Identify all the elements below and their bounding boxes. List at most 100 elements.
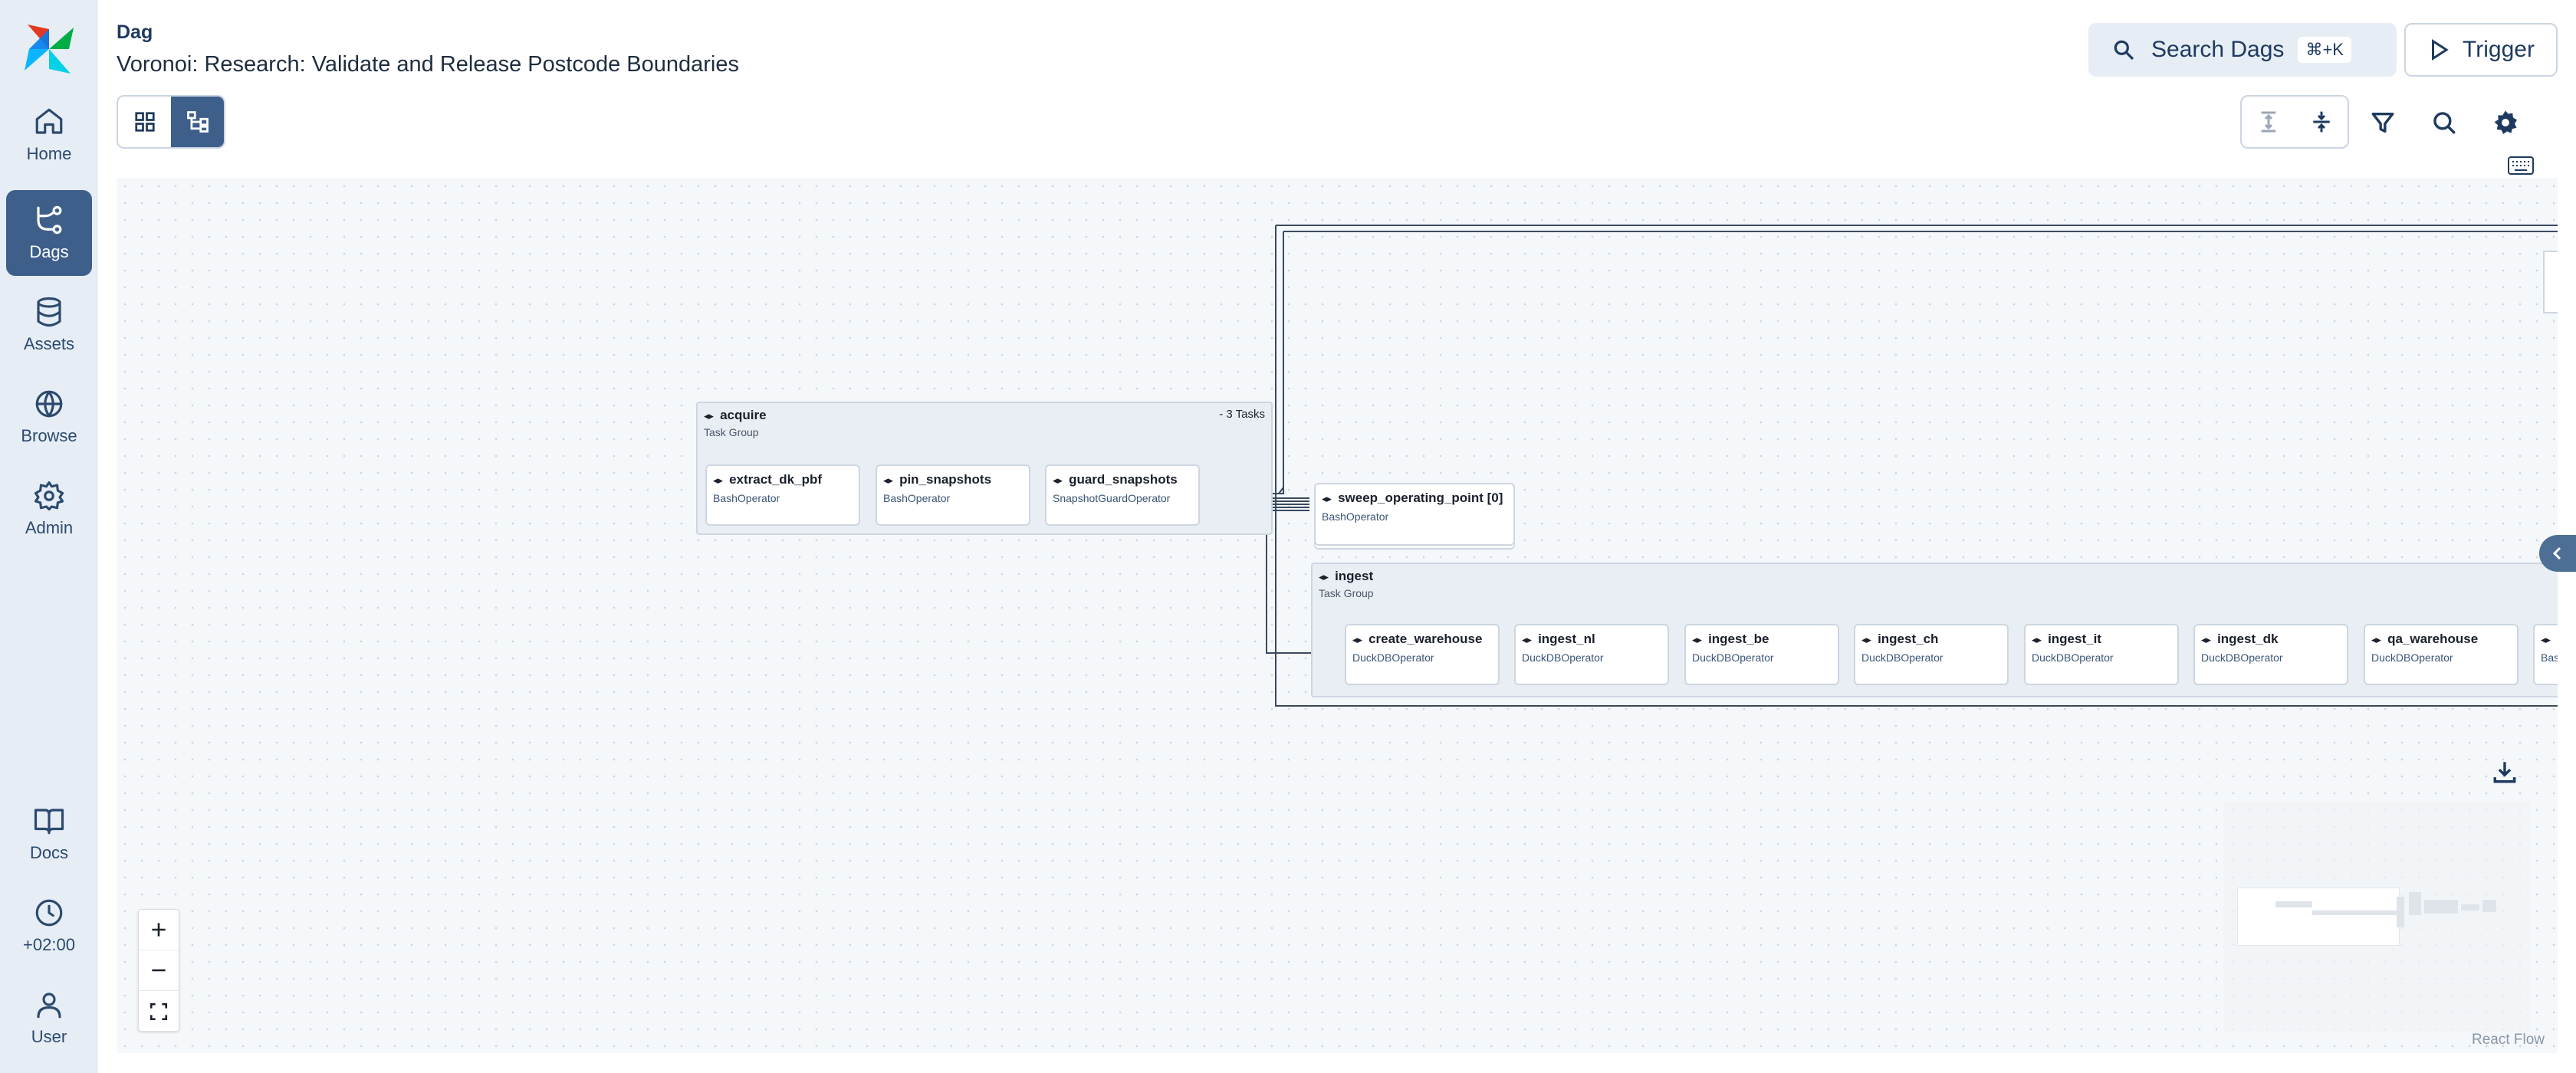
group-subtitle: Task Group <box>1319 587 1374 599</box>
graph-view-button[interactable] <box>171 97 224 147</box>
task-node-ingest-dk[interactable]: ◂▸ ingest_dk DuckDBOperator <box>2193 624 2348 685</box>
task-node-extract-dk-pbf[interactable]: ◂▸ extract_dk_pbf BashOperator <box>705 464 860 526</box>
filter-button[interactable] <box>2364 104 2401 141</box>
task-operator: DuckDBOperator <box>2032 651 2114 664</box>
sidebar-item-docs[interactable]: Docs <box>6 791 92 877</box>
group-title: ◂▸ acquire <box>704 408 767 422</box>
grid-view-button[interactable] <box>118 97 171 147</box>
pin-icon: ◂▸ <box>704 410 715 422</box>
sidebar-item-label: Dags <box>29 242 69 261</box>
sidebar-item-admin[interactable]: Admin <box>6 466 92 552</box>
database-icon <box>37 297 61 327</box>
pin-icon: ◂▸ <box>1861 634 1872 645</box>
sidebar-item-home[interactable]: Home <box>6 92 92 178</box>
task-name: ◂▸ extract_dk_pbf <box>713 472 822 487</box>
task-operator: BashOperator <box>883 492 951 504</box>
minimap-node <box>2409 892 2421 915</box>
pin-icon: ◂▸ <box>2371 634 2382 645</box>
sidebar-item-user[interactable]: User <box>6 975 92 1061</box>
task-node-ingest-nl[interactable]: ◂▸ ingest_nl DuckDBOperator <box>1514 624 1669 685</box>
sidebar-item-dags[interactable]: Dags <box>6 190 92 276</box>
group-task-count: - 3 Tasks <box>1219 408 1265 421</box>
task-operator: DuckDBOperator <box>1692 651 1774 664</box>
search-icon <box>2433 112 2456 134</box>
task-node-ingest-it[interactable]: ◂▸ ingest_it DuckDBOperator <box>2024 624 2179 685</box>
task-operator: DuckDBOperator <box>2371 651 2453 664</box>
sidebar-item-label: User <box>31 1027 67 1046</box>
pin-icon: ◂▸ <box>1053 474 1063 486</box>
fit-view-button[interactable] <box>139 991 179 1032</box>
expand-collapse-group <box>2240 95 2349 149</box>
zoom-in-button[interactable] <box>139 910 179 950</box>
pin-icon: ◂▸ <box>1692 634 1703 645</box>
task-name: ◂▸ create_warehouse <box>1352 632 1483 646</box>
pin-icon: ◂▸ <box>1522 634 1533 645</box>
graph-icon <box>186 111 209 133</box>
task-node-guard-snapshots[interactable]: ◂▸ guard_snapshots SnapshotGuardOperator <box>1045 464 1200 526</box>
task-operator: DuckDBOperator <box>1522 651 1604 664</box>
search-dags-button[interactable]: Search Dags ⌘+K <box>2088 23 2397 77</box>
pin-icon: ◂▸ <box>2541 634 2551 645</box>
pin-icon: ◂▸ <box>2201 634 2212 645</box>
task-node-ingest-be[interactable]: ◂▸ ingest_be DuckDBOperator <box>1684 624 1839 685</box>
task-operator: BashOperator <box>1322 510 1389 523</box>
play-icon <box>2432 39 2449 61</box>
task-node-create-warehouse[interactable]: ◂▸ create_warehouse DuckDBOperator <box>1345 624 1500 685</box>
download-image-button[interactable] <box>2492 759 2519 786</box>
collapse-all-button[interactable] <box>2295 97 2348 147</box>
view-toggle <box>117 95 225 149</box>
task-node-partial[interactable]: ◂▸ Bas <box>2533 624 2558 685</box>
details-panel-toggle-button[interactable] <box>2539 535 2576 572</box>
task-name: ◂▸ ingest_nl <box>1522 632 1595 646</box>
book-icon <box>34 809 64 835</box>
gear-icon <box>34 481 64 511</box>
task-operator: SnapshotGuardOperator <box>1053 492 1171 504</box>
gear-icon <box>2494 110 2518 134</box>
task-name: ◂▸ sweep_operating_point [0] <box>1322 491 1503 505</box>
search-shortcut-badge: ⌘+K <box>2298 37 2351 63</box>
pin-icon: ◂▸ <box>2032 634 2042 645</box>
minus-icon <box>152 969 166 972</box>
sidebar-item-assets[interactable]: Assets <box>6 282 92 368</box>
task-name: ◂▸ ingest_dk <box>2201 632 2279 646</box>
sidebar-item-label: Home <box>26 144 72 163</box>
react-flow-attribution[interactable]: React Flow <box>2472 1032 2545 1048</box>
sidebar-item-label: +02:00 <box>23 935 75 954</box>
trigger-button[interactable]: Trigger <box>2404 23 2558 77</box>
minimap-viewport[interactable] <box>2237 888 2400 946</box>
search-dags-label: Search Dags <box>2151 37 2285 62</box>
task-name: ◂▸ ingest_it <box>2032 632 2101 646</box>
sidebar-item-label: Browse <box>21 426 77 445</box>
airflow-logo-icon[interactable] <box>21 21 77 77</box>
globe-icon <box>35 390 63 418</box>
sidebar-item-browse[interactable]: Browse <box>6 374 92 460</box>
pin-icon: ◂▸ <box>883 474 894 486</box>
collapse-icon <box>2312 111 2330 133</box>
zoom-controls <box>138 909 179 1032</box>
task-name: ◂▸ guard_snapshots <box>1053 472 1178 487</box>
task-node-ingest-ch[interactable]: ◂▸ ingest_ch DuckDBOperator <box>1854 624 2009 685</box>
task-node-pin-snapshots[interactable]: ◂▸ pin_snapshots BashOperator <box>876 464 1030 526</box>
pin-icon: ◂▸ <box>1322 493 1332 504</box>
graph-settings-button[interactable] <box>2487 104 2524 141</box>
expand-all-button[interactable] <box>2242 97 2295 147</box>
zoom-out-button[interactable] <box>139 950 179 991</box>
graph-search-button[interactable] <box>2426 104 2463 141</box>
keyboard-shortcuts-button[interactable] <box>2507 155 2535 176</box>
task-node-sweep-operating-point[interactable]: ◂▸ sweep_operating_point [0] BashOperator <box>1314 483 1515 546</box>
task-name: ◂▸ qa_warehouse <box>2371 632 2479 646</box>
task-operator: DuckDBOperator <box>1352 651 1434 664</box>
task-operator: DuckDBOperator <box>1861 651 1944 664</box>
trigger-label: Trigger <box>2463 37 2535 62</box>
pin-icon: ◂▸ <box>1319 571 1329 582</box>
task-name: ◂▸ <box>2541 632 2557 647</box>
graph-canvas[interactable]: ◂▸ acquire Task Group - 3 Tasks ◂▸ extract… <box>117 178 2558 1053</box>
task-name: ◂▸ ingest_be <box>1692 632 1769 646</box>
group-subtitle: Task Group <box>704 426 759 438</box>
sidebar-item-timezone[interactable]: +02:00 <box>6 883 92 969</box>
expand-icon <box>2261 111 2275 133</box>
minimap[interactable] <box>2223 802 2530 1032</box>
task-node-qa-warehouse[interactable]: ◂▸ qa_warehouse DuckDBOperator <box>2364 624 2518 685</box>
clock-icon <box>35 899 63 927</box>
task-operator: DuckDBOperator <box>2201 651 2283 664</box>
